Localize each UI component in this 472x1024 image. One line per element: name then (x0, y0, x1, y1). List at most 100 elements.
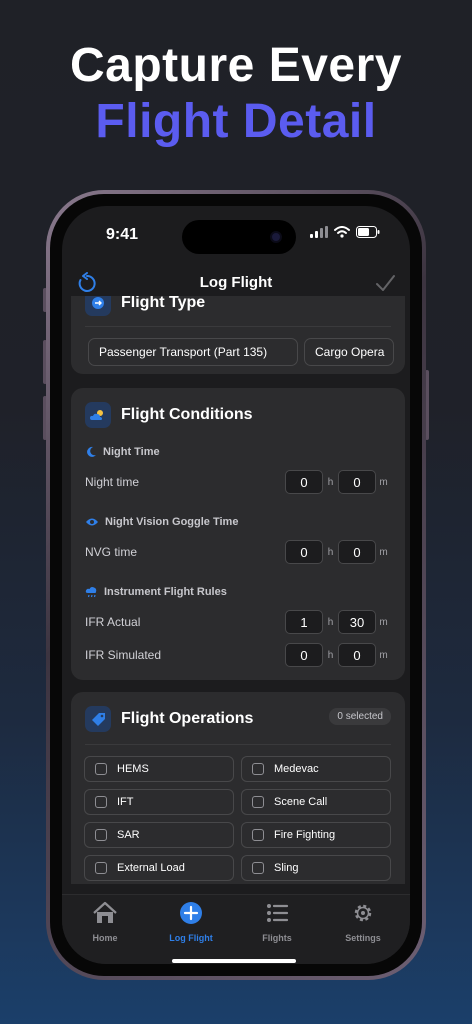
unit-minutes: m (379, 476, 388, 488)
ifr-actual-label: IFR Actual (85, 615, 141, 629)
night-minutes-input[interactable]: 0 (338, 470, 376, 494)
eye-icon (86, 518, 98, 526)
camera-icon (270, 231, 282, 243)
op-sar[interactable]: SAR (84, 822, 234, 848)
checkmark-icon (376, 275, 395, 291)
night-time-label: Night time (85, 475, 140, 489)
nav-title: Log Flight (199, 274, 273, 291)
nvg-minutes-input[interactable]: 0 (338, 540, 376, 564)
tab-log-flight[interactable]: Log Flight (148, 901, 234, 943)
nvg-heading-text: Night Vision Goggle Time (105, 516, 239, 528)
divider (85, 744, 391, 745)
op-label: Sling (274, 862, 299, 874)
app-screen: 9:41 Log Flight Flight Type Passenger Tr… (62, 206, 410, 964)
flight-operations-card: Flight Operations 0 selected HEMS Medeva… (71, 692, 405, 884)
flight-operations-header: Flight Operations (85, 706, 253, 732)
tab-home[interactable]: Home (62, 901, 148, 943)
gear-icon (354, 904, 372, 922)
ifr-heading: Instrument Flight Rules (85, 586, 227, 598)
selected-count-badge: 0 selected (329, 708, 391, 725)
unit-minutes: m (379, 649, 388, 661)
status-bar: 9:41 (62, 206, 410, 258)
tab-label: Log Flight (169, 933, 213, 943)
tab-flights[interactable]: Flights (234, 901, 320, 943)
night-time-heading: Night Time (85, 446, 160, 458)
tab-settings[interactable]: Settings (320, 901, 406, 943)
divider (85, 326, 391, 327)
night-time-heading-text: Night Time (103, 446, 160, 458)
form-scroll[interactable]: Flight Type Passenger Transport (Part 13… (62, 296, 410, 884)
ifr-heading-text: Instrument Flight Rules (104, 586, 227, 598)
op-sling[interactable]: Sling (241, 855, 391, 881)
op-label: Scene Call (274, 796, 328, 808)
moon-icon (87, 446, 96, 457)
nvg-hours-input[interactable]: 0 (285, 540, 323, 564)
flight-type-title: Flight Type (121, 296, 206, 311)
op-label: HEMS (117, 763, 149, 775)
op-scene-call[interactable]: Scene Call (241, 789, 391, 815)
checkbox[interactable] (252, 796, 264, 808)
nvg-time-row: NVG time 0 h 0 m (85, 539, 391, 565)
op-label: Fire Fighting (274, 829, 336, 841)
ifr-simulated-hours-input[interactable]: 0 (285, 643, 323, 667)
night-hours-input[interactable]: 0 (285, 470, 323, 494)
house-icon (93, 901, 117, 923)
nvg-time-label: NVG time (85, 545, 138, 559)
battery-icon (356, 226, 380, 238)
op-label: SAR (117, 829, 140, 841)
checkbox[interactable] (95, 829, 107, 841)
nvg-heading: Night Vision Goggle Time (85, 516, 238, 528)
ifr-simulated-label: IFR Simulated (85, 648, 162, 662)
cloud-rain-icon (85, 587, 97, 598)
ifr-actual-hours-input[interactable]: 1 (285, 610, 323, 634)
op-ift[interactable]: IFT (84, 789, 234, 815)
phone-bezel: 9:41 Log Flight Flight Type Passenger Tr… (50, 194, 422, 976)
plus-circle-icon (180, 902, 202, 924)
checkbox[interactable] (95, 796, 107, 808)
op-label: Medevac (274, 763, 319, 775)
home-indicator (172, 959, 296, 963)
op-external-load[interactable]: External Load (84, 855, 234, 881)
unit-hours: h (327, 476, 334, 488)
cloud-sun-icon (85, 402, 111, 428)
ifr-actual-row: IFR Actual 1 h 30 m (85, 609, 391, 635)
checkbox[interactable] (252, 829, 264, 841)
flight-conditions-title: Flight Conditions (121, 406, 253, 423)
headline-line-1: Capture Every (70, 39, 402, 92)
signal-icon (310, 226, 328, 238)
unit-hours: h (327, 649, 334, 661)
tag-icon (85, 706, 111, 732)
list-icon (267, 904, 289, 922)
flight-type-card: Flight Type Passenger Transport (Part 13… (71, 296, 405, 374)
op-hems[interactable]: HEMS (84, 756, 234, 782)
save-button[interactable] (374, 272, 396, 299)
night-time-row: Night time 0 h 0 m (85, 469, 391, 495)
chip-passenger-transport[interactable]: Passenger Transport (Part 135) (88, 338, 298, 366)
wifi-icon (334, 226, 350, 238)
op-fire-fighting[interactable]: Fire Fighting (241, 822, 391, 848)
ifr-actual-minutes-input[interactable]: 30 (338, 610, 376, 634)
chip-cargo-operations[interactable]: Cargo Opera (304, 338, 394, 366)
op-label: IFT (117, 796, 134, 808)
flight-type-header: Flight Type (85, 296, 205, 316)
checkbox[interactable] (252, 862, 264, 874)
flight-conditions-card: Flight Conditions Night Time Night time … (71, 388, 405, 680)
phone-frame: 9:41 Log Flight Flight Type Passenger Tr… (46, 190, 426, 980)
tab-label: Flights (262, 933, 292, 943)
checkbox[interactable] (95, 763, 107, 775)
unit-hours: h (327, 616, 334, 628)
unit-minutes: m (379, 616, 388, 628)
flight-operations-title: Flight Operations (121, 710, 254, 727)
checkbox[interactable] (252, 763, 264, 775)
tab-label: Settings (345, 933, 381, 943)
ifr-simulated-minutes-input[interactable]: 0 (338, 643, 376, 667)
status-time: 9:41 (106, 226, 139, 243)
tab-label: Home (92, 933, 118, 943)
tab-bar: Home Log Flight Flights Settings (62, 894, 410, 964)
flight-conditions-header: Flight Conditions (85, 402, 253, 428)
checkbox[interactable] (95, 862, 107, 874)
ifr-simulated-row: IFR Simulated 0 h 0 m (85, 642, 391, 668)
op-medevac[interactable]: Medevac (241, 756, 391, 782)
status-icons (310, 226, 380, 238)
headline-line-2: Flight Detail (95, 95, 377, 148)
